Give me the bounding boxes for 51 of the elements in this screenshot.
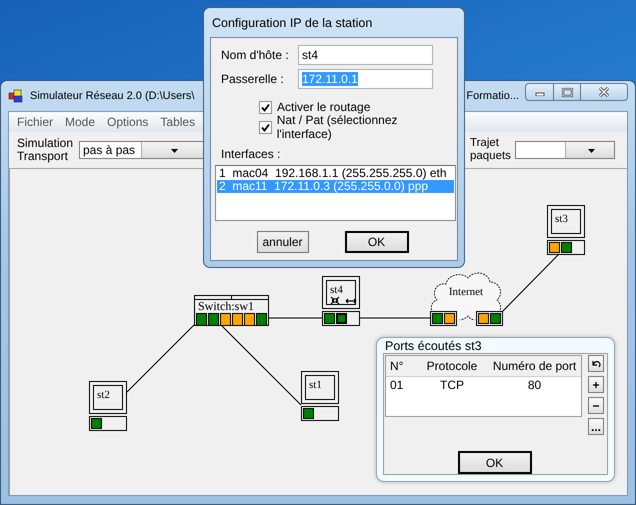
checkmark-icon [260,122,270,132]
table-cell-text: 80 [526,378,542,392]
minimize-button[interactable] [525,83,554,101]
dropdown-arrow-icon [170,146,178,154]
cancel-button[interactable]: annuler [256,231,308,253]
switch-label: Switch:sw1 [197,300,256,313]
mode-dropdown[interactable]: pas à pas [79,141,204,159]
checkmark-icon [261,102,270,112]
close-icon [598,87,610,97]
trajet-label: Trajet paquets [470,137,512,163]
add-button[interactable]: + [588,376,604,393]
window-title: Simulateur Réseau 2.0 (D:\Users\ [30,90,194,102]
undo-button[interactable] [588,355,604,372]
menu-item[interactable]: Tables [154,115,202,129]
checkbox-label: Activer le routage [277,100,370,114]
close-button[interactable] [581,83,628,101]
interface-item[interactable]: 1 mac04 192.168.1.1 (255.255.255.0) eth [217,167,454,180]
dialog-title: Configuration IP de la station [211,14,374,32]
simulation-label: Simulation Transport [17,137,74,163]
menu-item[interactable]: Fichier [11,115,60,129]
maximize-button[interactable] [554,83,581,101]
column-header[interactable]: Numéro de port [488,359,581,373]
ok-button[interactable]: OK [344,231,408,253]
checkbox-label: Nat / Pat (sélectionnez l'interface) [276,113,398,141]
field-label: Passerelle : [221,72,285,86]
column-header[interactable]: Protocole [416,359,488,373]
window-title: Formatio... [466,90,519,102]
ok-button[interactable]: OK [458,451,532,474]
packet-path-dropdown[interactable] [515,141,615,159]
remove-button[interactable]: − [588,397,604,414]
more-button[interactable]: ... [588,418,604,435]
checkbox[interactable] [259,120,272,134]
station-label: st2 [97,389,110,401]
field-label: Nom d'hôte : [221,48,290,62]
undo-icon [591,359,601,368]
maximize-icon [562,88,572,96]
checkbox[interactable] [259,100,272,114]
menu-item[interactable]: Mode [59,115,102,129]
station-label: st1 [309,379,322,391]
cloud-label: Internet [448,286,484,298]
dialog-title: Ports écoutés st3 [384,338,483,353]
table-cell-text: TCP [439,378,465,392]
station-label: st3 [555,213,568,225]
interfaces-label: Interfaces : [221,147,282,161]
table-cell-text: 01 [389,378,404,392]
hostname-field[interactable]: st4 [298,45,433,65]
dropdown-arrow-icon [586,146,596,154]
column-header[interactable]: N° [386,359,416,373]
station-label: st4 [330,284,343,296]
app-icon [8,89,24,103]
menu-item[interactable]: Options [101,115,154,129]
